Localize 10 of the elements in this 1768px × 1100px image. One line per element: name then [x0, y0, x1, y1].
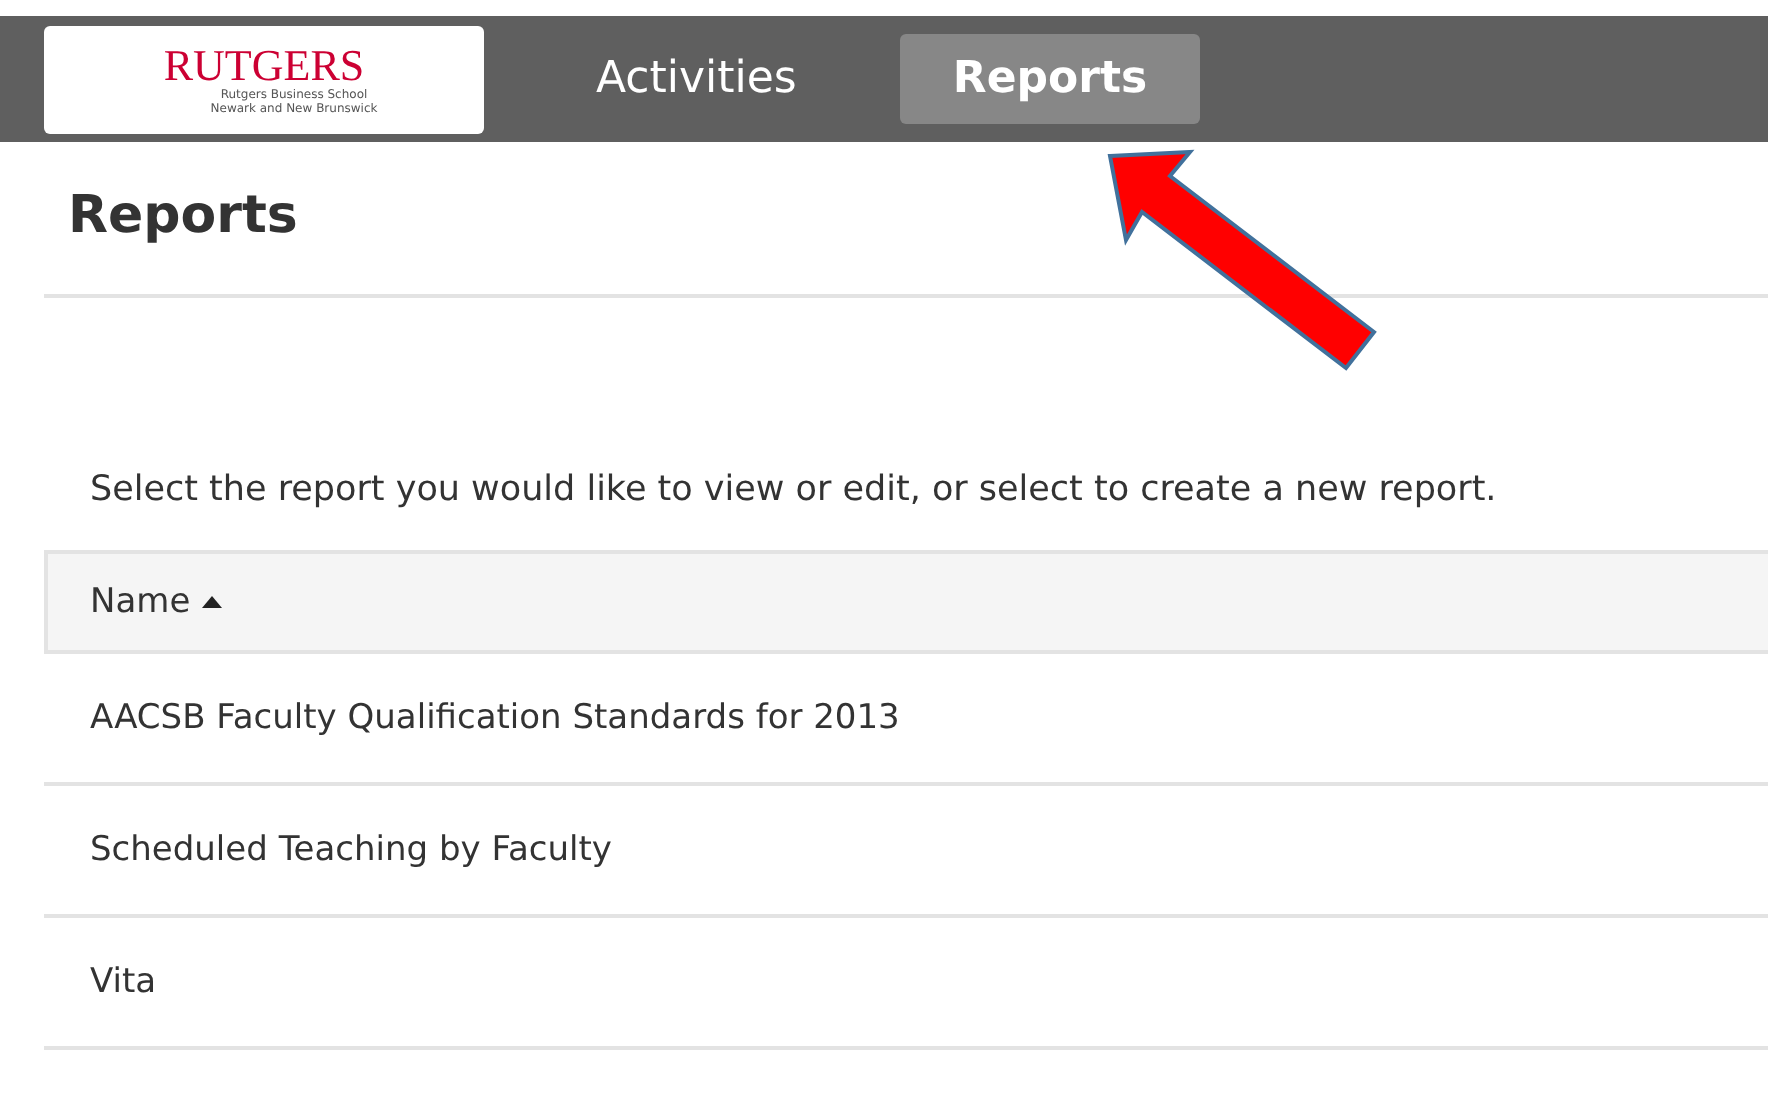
nav-tab[interactable]: Activities — [544, 34, 849, 124]
report-name[interactable]: Scheduled Teaching by Faculty — [90, 830, 612, 870]
column-header[interactable]: Name — [90, 582, 223, 622]
report-name[interactable]: Vita — [90, 962, 157, 1002]
logo-wordmark: RUTGERS — [163, 43, 365, 87]
sort-ascending-icon — [202, 596, 223, 608]
report-name[interactable]: AACSB Faculty Qualification Standards for 2013 — [90, 698, 900, 738]
nav-tab[interactable]: Reports — [900, 34, 1200, 124]
instructions-text: Select the report you would like to view or edit, or select to create a new report. — [90, 470, 1499, 510]
page-title: Reports — [68, 186, 300, 246]
